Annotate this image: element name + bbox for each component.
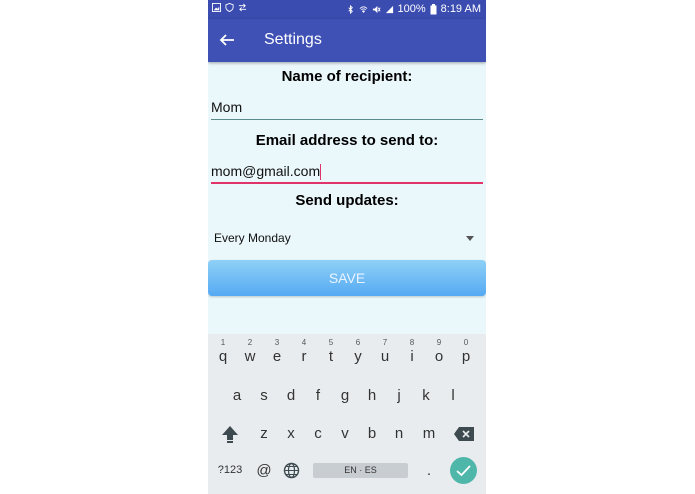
back-arrow-icon[interactable] — [218, 31, 236, 49]
key-o[interactable]: 9o — [427, 338, 451, 365]
enter-button[interactable] — [450, 457, 477, 484]
settings-form: Name of recipient: Mom Email address to … — [208, 62, 486, 334]
battery-icon — [430, 3, 437, 14]
globe-icon[interactable] — [283, 462, 300, 479]
status-bar: 100% 8:19 AM — [208, 0, 486, 19]
key-t[interactable]: 5t — [319, 338, 343, 365]
sync-icon — [238, 3, 247, 12]
key-s[interactable]: s — [252, 387, 276, 404]
key-v[interactable]: v — [333, 425, 357, 442]
email-value: mom@gmail.com — [211, 163, 321, 179]
key-h[interactable]: h — [360, 387, 384, 404]
key-n[interactable]: n — [387, 425, 411, 442]
key-e[interactable]: 3e — [265, 338, 289, 365]
key-c[interactable]: c — [306, 425, 330, 442]
phone-screen: 100% 8:19 AM Settings Name of recipient:… — [208, 0, 486, 494]
updates-selected: Every Monday — [214, 231, 291, 245]
key-y[interactable]: 6y — [346, 338, 370, 365]
recipient-value: Mom — [211, 99, 243, 115]
key-a[interactable]: a — [225, 387, 249, 404]
gallery-icon — [212, 3, 221, 12]
dropdown-arrow-icon — [466, 236, 474, 241]
mute-icon — [372, 5, 381, 13]
save-button[interactable]: SAVE — [208, 260, 486, 296]
text-cursor — [320, 164, 322, 181]
key-m[interactable]: m — [417, 425, 441, 442]
key-period[interactable]: . — [417, 462, 441, 479]
app-bar: Settings — [208, 19, 486, 62]
battery-level: 100% — [397, 3, 426, 15]
key-r[interactable]: 4r — [292, 338, 316, 365]
key-b[interactable]: b — [360, 425, 384, 442]
key-at[interactable]: @ — [252, 462, 276, 479]
checkmark-icon — [456, 465, 471, 477]
email-label: Email address to send to: — [255, 132, 439, 149]
key-z[interactable]: z — [252, 425, 276, 442]
key-g[interactable]: g — [333, 387, 357, 404]
key-w[interactable]: 2w — [238, 338, 262, 365]
page-title: Settings — [264, 31, 322, 48]
updates-label: Send updates: — [295, 192, 399, 209]
shield-icon — [225, 3, 234, 12]
key-l[interactable]: l — [441, 387, 465, 404]
backspace-icon[interactable] — [453, 426, 475, 442]
key-j[interactable]: j — [387, 387, 411, 404]
wifi-icon — [359, 5, 367, 13]
recipient-input[interactable]: Mom — [211, 96, 483, 120]
symbols-key[interactable]: ?123 — [214, 464, 246, 476]
key-u[interactable]: 7u — [373, 338, 397, 365]
key-p[interactable]: 0p — [454, 338, 478, 365]
key-x[interactable]: x — [279, 425, 303, 442]
key-d[interactable]: d — [279, 387, 303, 404]
key-q[interactable]: 1q — [211, 338, 235, 365]
status-time: 8:19 AM — [440, 3, 481, 15]
shift-icon[interactable] — [220, 424, 240, 444]
email-input[interactable]: mom@gmail.com — [211, 160, 483, 184]
updates-dropdown[interactable]: Every Monday — [214, 228, 480, 248]
bluetooth-icon — [347, 4, 353, 14]
signal-icon — [385, 5, 393, 13]
key-f[interactable]: f — [306, 387, 330, 404]
soft-keyboard: 1q 2w 3e 4r 5t 6y 7u 8i 9o 0p a s d f g … — [208, 334, 486, 494]
key-k[interactable]: k — [414, 387, 438, 404]
space-bar[interactable]: EN · ES — [313, 463, 408, 478]
key-i[interactable]: 8i — [400, 338, 424, 365]
recipient-label: Name of recipient: — [281, 68, 413, 85]
